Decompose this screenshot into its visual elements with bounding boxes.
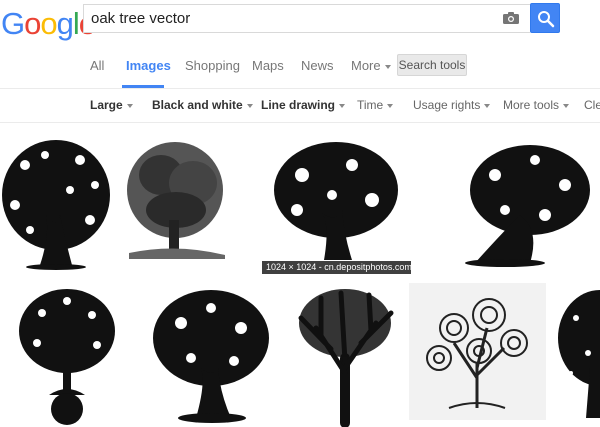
tab-news[interactable]: News — [301, 58, 334, 73]
camera-icon[interactable] — [502, 11, 520, 25]
filter-clear[interactable]: Cle — [584, 98, 600, 112]
search-input[interactable] — [84, 5, 501, 32]
image-result[interactable] — [556, 283, 600, 427]
search-icon — [538, 11, 555, 28]
chevron-down-icon — [384, 64, 391, 69]
bare-tree-image — [298, 289, 394, 427]
divider — [0, 88, 600, 89]
tab-images[interactable]: Images — [126, 58, 171, 73]
chevron-down-icon — [387, 103, 394, 108]
filter-time[interactable]: Time — [357, 98, 394, 112]
image-size-caption: 1024 × 1024 - cn.depositphotos.com — [262, 261, 411, 274]
search-tabs: All Images Shopping Maps News More — [0, 58, 600, 78]
filter-usage-rights[interactable]: Usage rights — [413, 98, 491, 112]
chevron-down-icon — [563, 103, 570, 108]
curved-tree-image — [465, 145, 590, 267]
filter-usage-rights-label: Usage rights — [413, 98, 481, 112]
filter-size[interactable]: Large — [90, 98, 133, 112]
image-result[interactable] — [409, 283, 546, 420]
logo-letter: o — [24, 6, 41, 41]
logo-letter: g — [56, 6, 74, 41]
filter-color-label: Black and white — [152, 98, 243, 112]
image-result[interactable] — [0, 135, 112, 271]
search-tools-bar: Large Black and white Line drawing Time … — [0, 98, 600, 118]
acorn-tree-image — [19, 289, 115, 425]
search-button[interactable] — [530, 3, 560, 33]
tree-silhouette-image — [274, 142, 398, 260]
tab-more[interactable]: More — [351, 58, 391, 73]
logo-letter: o — [40, 6, 57, 41]
image-result[interactable] — [146, 283, 276, 427]
chevron-down-icon — [339, 103, 346, 108]
chevron-down-icon — [246, 103, 253, 108]
image-result-hovered[interactable]: 1024 × 1024 - cn.depositphotos.com — [262, 135, 411, 274]
divider — [0, 122, 600, 123]
logo-letter: G — [1, 6, 25, 41]
swirl-tree-image — [426, 298, 528, 409]
image-result[interactable] — [121, 135, 228, 271]
search-tools-button[interactable]: Search tools — [397, 54, 467, 76]
tab-shopping[interactable]: Shopping — [185, 58, 240, 73]
filter-size-label: Large — [90, 98, 123, 112]
filter-type-label: Line drawing — [261, 98, 336, 112]
filter-time-label: Time — [357, 98, 384, 112]
tab-maps[interactable]: Maps — [252, 58, 284, 73]
search-box — [83, 4, 530, 33]
chevron-down-icon — [126, 103, 133, 108]
image-result[interactable] — [7, 283, 128, 427]
image-result[interactable] — [445, 135, 600, 271]
engraved-tree-image — [127, 142, 225, 259]
tree-silhouette-image — [2, 140, 110, 270]
image-result[interactable] — [291, 283, 400, 427]
filter-type[interactable]: Line drawing — [261, 98, 346, 112]
filter-color[interactable]: Black and white — [152, 98, 253, 112]
filter-more-tools-label: More tools — [503, 98, 560, 112]
tab-all[interactable]: All — [90, 58, 104, 73]
tree-silhouette-image — [558, 290, 600, 418]
chevron-down-icon — [484, 103, 491, 108]
twisted-tree-image — [153, 290, 269, 423]
google-logo[interactable]: Google — [1, 6, 96, 41]
filter-more-tools[interactable]: More tools — [503, 98, 570, 112]
tab-more-label: More — [351, 58, 381, 73]
